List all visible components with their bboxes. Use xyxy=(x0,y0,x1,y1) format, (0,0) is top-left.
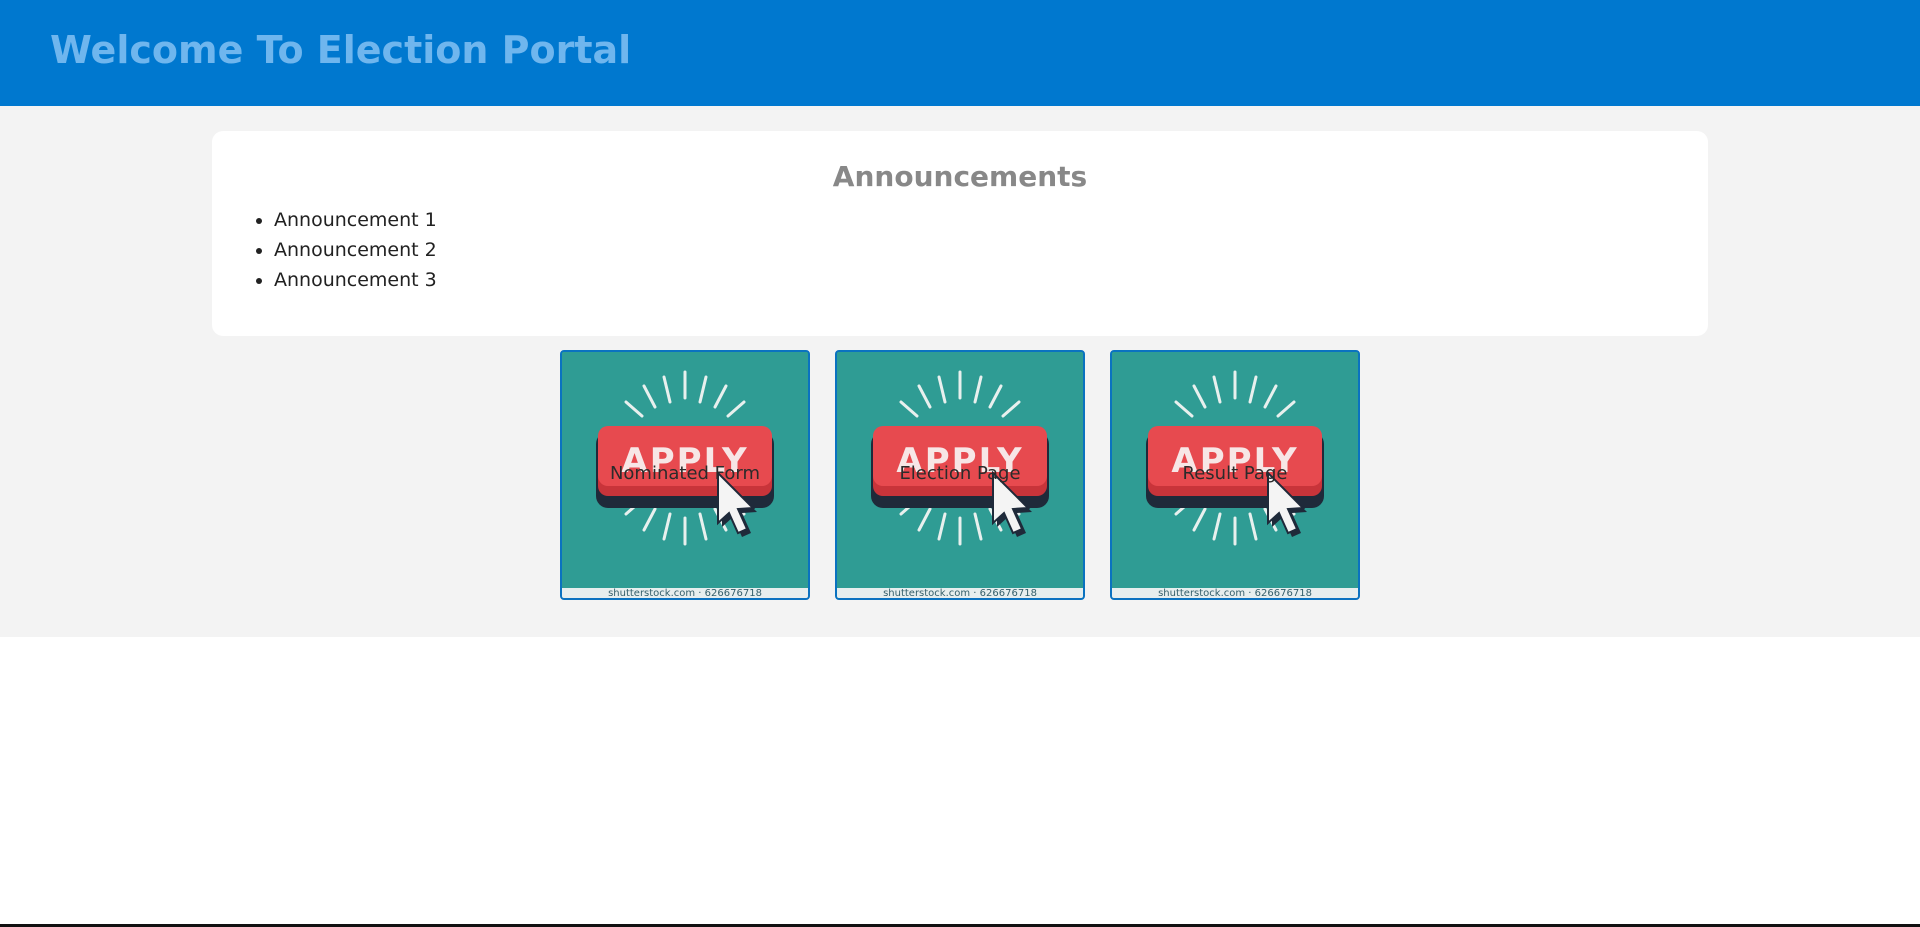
image-credit: shutterstock.com · 626676718 xyxy=(1158,588,1312,599)
announcement-item: Announcement 2 xyxy=(274,235,437,265)
header-bar: Welcome To Election Portal xyxy=(0,0,1920,106)
announcement-item: Announcement 1 xyxy=(274,205,437,235)
page-title: Welcome To Election Portal xyxy=(50,28,632,72)
tile-election-page[interactable]: APPLY Election Page shutterstock.com · 6… xyxy=(835,350,1085,600)
announcements-panel: Announcements Announcement 1 Announcemen… xyxy=(212,131,1708,336)
tile-label: Nominated Form xyxy=(609,463,761,484)
tile-label: Election Page xyxy=(899,463,1021,484)
image-credit: shutterstock.com · 626676718 xyxy=(608,588,762,599)
main-content: Announcements Announcement 1 Announcemen… xyxy=(0,106,1920,637)
tile-label: Result Page xyxy=(1182,463,1288,484)
announcement-item: Announcement 3 xyxy=(274,265,437,295)
image-credit: shutterstock.com · 626676718 xyxy=(883,588,1037,599)
tile-nominated-form[interactable]: APPLY Nominated Form shutterstock.com · … xyxy=(560,350,810,600)
tile-result-page[interactable]: APPLY Result Page shutterstock.com · 626… xyxy=(1110,350,1360,600)
page: Welcome To Election Portal Announcements… xyxy=(0,0,1920,927)
announcements-heading: Announcements xyxy=(832,160,1088,193)
announcements-list: Announcement 1 Announcement 2 Announceme… xyxy=(242,205,437,295)
